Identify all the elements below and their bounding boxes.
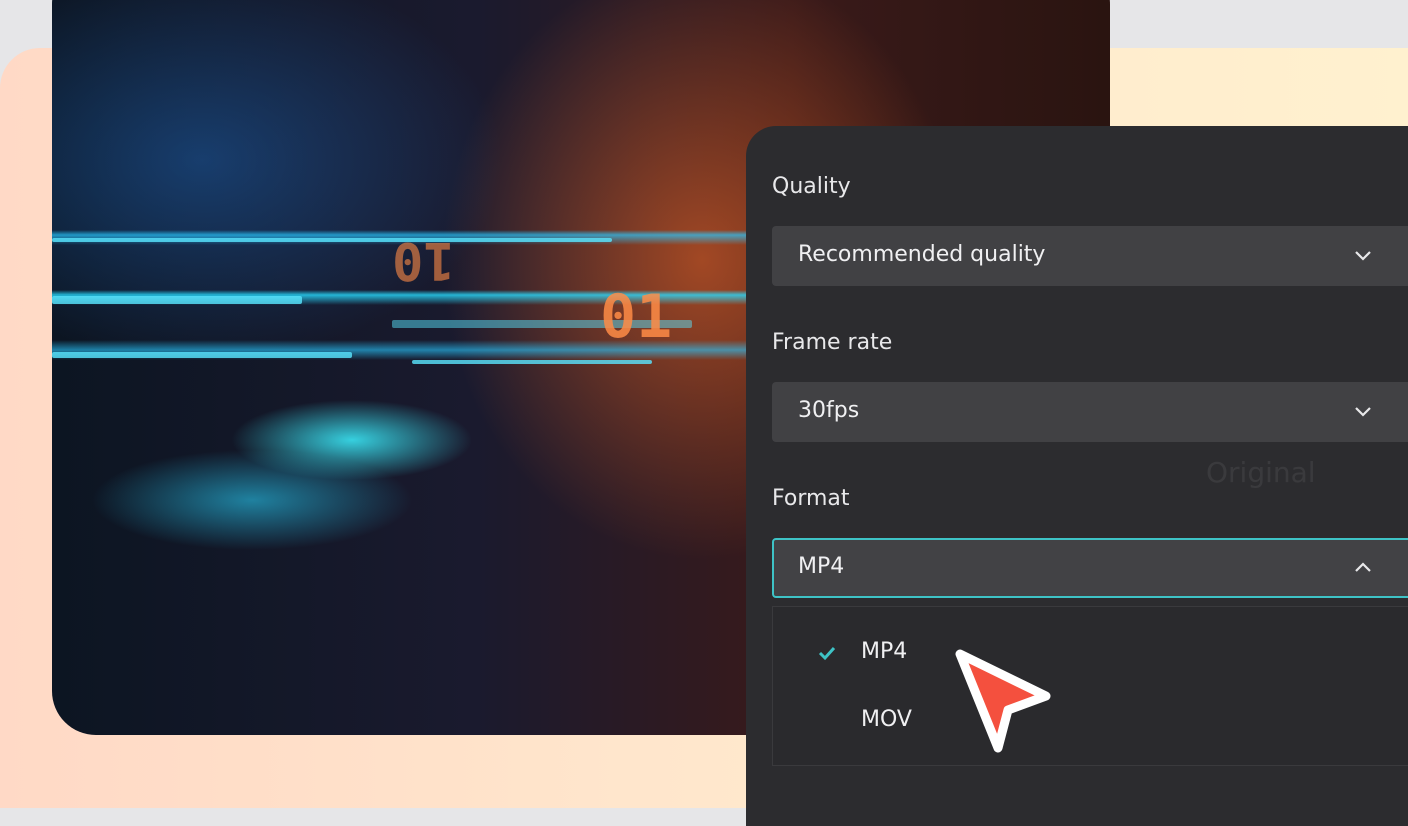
format-select[interactable]: MP4 xyxy=(772,538,1408,598)
format-label: Format xyxy=(772,486,850,511)
hero-digits: 01 xyxy=(600,282,673,352)
chevron-down-icon xyxy=(1355,407,1371,417)
option-label: MOV xyxy=(861,707,912,732)
quality-select[interactable]: Recommended quality xyxy=(772,226,1408,286)
quality-label: Quality xyxy=(772,174,851,199)
option-label: MP4 xyxy=(861,639,908,664)
chevron-up-icon xyxy=(1355,562,1371,572)
hero-digits: 10 xyxy=(392,230,455,290)
frame-rate-select[interactable]: 30fps xyxy=(772,382,1408,442)
frame-rate-label: Frame rate xyxy=(772,330,893,355)
quality-value: Recommended quality xyxy=(798,242,1046,267)
format-dropdown-menu: MP4 MOV xyxy=(772,606,1408,766)
format-value: MP4 xyxy=(798,554,845,579)
ghost-text: Original xyxy=(1206,456,1316,489)
check-icon xyxy=(818,646,836,661)
frame-rate-value: 30fps xyxy=(798,398,860,423)
cursor-arrow-icon xyxy=(955,649,1051,753)
chevron-down-icon xyxy=(1355,251,1371,261)
export-settings-panel: Original Quality Recommended quality Fra… xyxy=(746,126,1408,826)
